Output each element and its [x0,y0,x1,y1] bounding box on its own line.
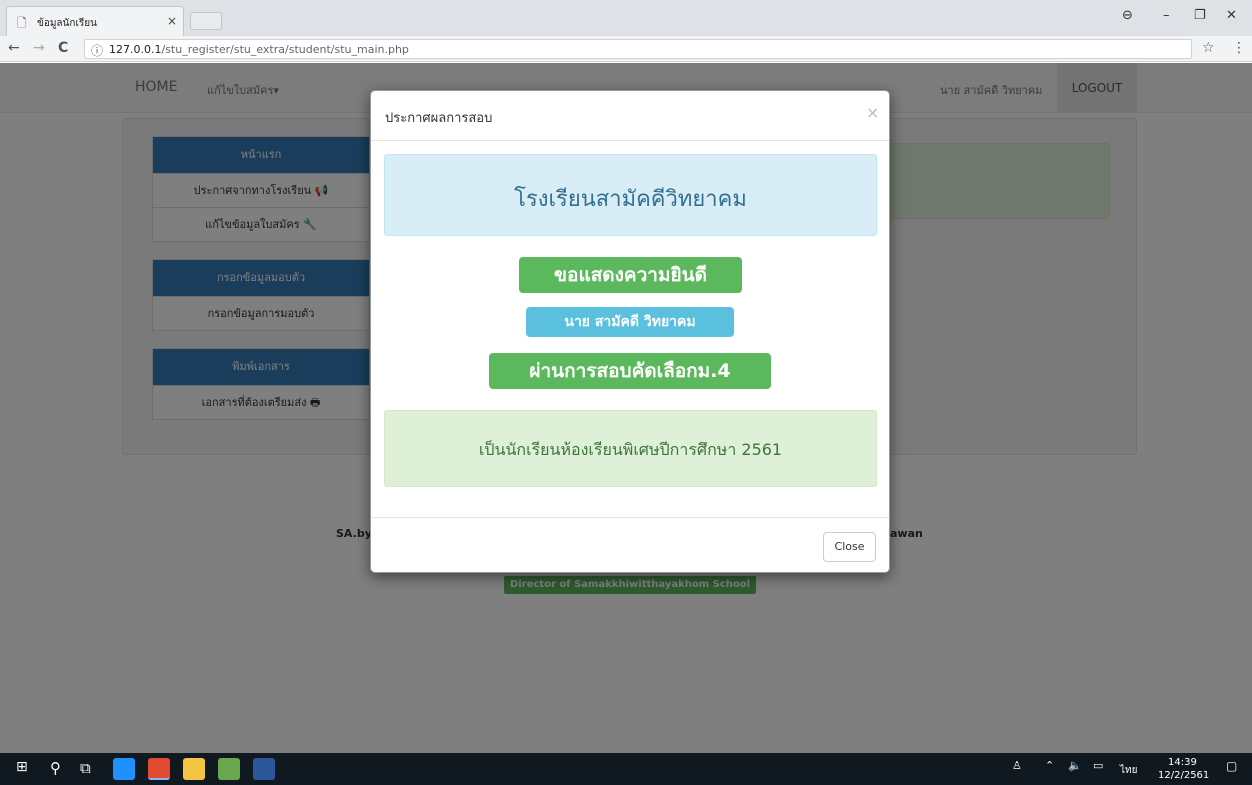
close-icon[interactable]: × [866,103,879,122]
address-bar[interactable]: ⓘ 127.0.0.1/stu_register/stu_extra/stude… [84,39,1192,59]
congrats-label: ขอแสดงความยินดี [519,257,742,293]
people-icon[interactable]: ♙ [1012,759,1022,772]
success-alert: เป็นนักเรียนห้องเรียนพิเศษปีการศึกษา 256… [384,410,877,487]
close-window-button[interactable]: ✕ [1226,8,1237,23]
tab-title: ข้อมูลนักเรียน [37,18,97,29]
clock-date[interactable]: 12/2/2561 [1158,770,1209,781]
language-indicator[interactable]: ไทย [1120,763,1137,778]
browser-tab-bar: 🗋 ข้อมูลนักเรียน × ⊖ – ❐ ✕ [0,0,1252,36]
browser-tab[interactable]: 🗋 ข้อมูลนักเรียน × [6,6,184,36]
school-name: โรงเรียนสามัคคีวิทยาคม [514,187,747,212]
chrome-browser-icon[interactable] [148,758,170,780]
windows-start-icon[interactable]: ⊞ [16,759,28,775]
url-text: 127.0.0.1/stu_register/stu_extra/student… [109,43,409,56]
maximize-button[interactable]: ❐ [1194,8,1206,23]
close-button[interactable]: Close [823,532,876,562]
modal-footer: Close [371,517,889,573]
exam-result-modal: ประกาศผลการสอบ × โรงเรียนสามัคคีวิทยาคม … [370,90,890,573]
success-text: เป็นนักเรียนห้องเรียนพิเศษปีการศึกษา 256… [478,440,783,459]
browser-menu-icon[interactable]: ⋮ [1232,40,1246,56]
tab-close-icon[interactable]: × [167,14,177,28]
chevron-up-icon[interactable]: ⌃ [1045,759,1054,772]
task-view-icon[interactable]: ⧉ [80,759,91,777]
new-tab-button[interactable] [190,12,222,30]
network-icon[interactable]: ▭ [1093,759,1103,772]
clock-time[interactable]: 14:39 [1168,757,1197,768]
minimize-button[interactable]: – [1163,8,1170,23]
word-icon[interactable] [253,758,275,780]
modal-header: ประกาศผลการสอบ × [371,91,889,141]
modal-title: ประกาศผลการสอบ [385,111,493,126]
windows-taskbar: ⊞ ⚲ ⧉ ♙ ⌃ 🔈 ▭ ไทย 14:39 12/2/2561 ▢ [0,753,1252,785]
page-icon: 🗋 [17,16,27,30]
notepad-icon[interactable] [218,758,240,780]
forward-button[interactable]: → [33,40,45,56]
bookmark-star-icon[interactable]: ☆ [1202,40,1215,56]
info-icon[interactable]: ⓘ [91,42,103,59]
school-info-box: โรงเรียนสามัคคีวิทยาคม [384,154,877,236]
page-content: HOME แก้ไขใบสมัคร▾ นาย สามัคดี วิทยาคม L… [0,63,1252,753]
file-explorer-icon[interactable] [183,758,205,780]
notification-icon[interactable]: ▢ [1226,759,1237,773]
browser-toolbar: ← → C ⓘ 127.0.0.1/stu_register/stu_extra… [0,36,1252,62]
student-name-label: นาย สามัคดี วิทยาคม [526,307,734,337]
search-icon[interactable]: ⚲ [50,759,61,777]
profile-icon[interactable]: ⊖ [1122,8,1133,23]
reload-button[interactable]: C [58,40,68,56]
edge-browser-icon[interactable] [113,758,135,780]
passed-label: ผ่านการสอบคัดเลือกม.4 [489,353,771,389]
back-button[interactable]: ← [8,40,20,56]
volume-icon[interactable]: 🔈 [1068,759,1082,772]
